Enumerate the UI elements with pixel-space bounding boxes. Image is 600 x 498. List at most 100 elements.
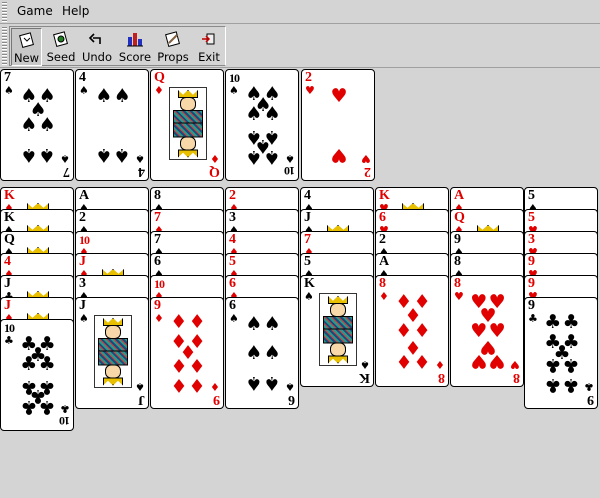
card-rank-corner: Q <box>209 164 220 179</box>
menu-bar-grip[interactable] <box>2 2 7 22</box>
props-button[interactable]: Props <box>156 28 190 66</box>
card-suit-corner-icon: ♣ <box>584 380 594 393</box>
card-rank: 6 <box>229 276 236 291</box>
card-rank-corner: 7 <box>63 164 70 179</box>
card-rank: A <box>79 188 90 203</box>
card-rank: 5 <box>304 254 311 269</box>
menu-game[interactable]: Game <box>17 4 53 18</box>
card-rank-corner: 8 <box>513 370 520 385</box>
card-rank: J <box>79 298 86 313</box>
card-rank: 4 <box>4 254 11 269</box>
card-pip-icon: ♠ <box>20 114 38 136</box>
card-pip-icon: ♦ <box>413 350 431 373</box>
card-pip-icon: ♠ <box>38 144 56 167</box>
card-face-art <box>169 87 207 160</box>
card-pip-icon: ♠ <box>263 312 281 335</box>
card-rank: 9 <box>528 276 535 291</box>
props-label: Props <box>157 50 189 64</box>
undo-icon <box>88 33 101 44</box>
exit-icon <box>202 33 215 45</box>
free-cell-card[interactable]: 7 ♠ 7 ♠ ♠ ♠ ♠ ♠ ♠ ♠ ♠ <box>0 69 74 181</box>
card-pip-icon: ♥ <box>470 350 488 373</box>
card-pip-icon: ♥ <box>330 84 348 107</box>
card-rank: 8 <box>379 276 386 291</box>
card-pip-icon: ♣ <box>562 373 580 396</box>
tableau-card[interactable]: 9 ♣ 9 ♣ ♣ ♣ ♣ ♣ ♣ ♣ ♣ ♣ ♣ <box>524 297 598 409</box>
card-rank: 4 <box>229 232 236 247</box>
card-rank-corner: 9 <box>587 392 594 407</box>
free-cell-card[interactable]: Q ♦ Q ♦ <box>150 69 224 181</box>
card-suit-icon: ♠ <box>79 312 89 325</box>
undo-button[interactable]: Undo <box>80 28 114 66</box>
card-pip-icon: ♠ <box>245 145 263 168</box>
card-pip-icon: ♠ <box>263 145 281 168</box>
card-suit-corner-icon: ♠ <box>285 380 295 393</box>
card-suit-icon: ♦ <box>379 290 389 303</box>
foundation-card[interactable]: 2 ♥ 2 ♥ ♥ ♥ <box>301 69 375 181</box>
score-button[interactable]: Score <box>118 28 152 66</box>
new-game-button[interactable]: New <box>11 28 42 66</box>
card-suit-corner-icon: ♠ <box>285 152 295 165</box>
card-rank-corner: K <box>359 370 370 385</box>
card-rank: 10 <box>79 233 90 247</box>
card-pip-icon: ♦ <box>188 353 206 376</box>
card-rank: 3 <box>229 210 236 225</box>
tableau-card[interactable]: J ♠ J ♠ <box>75 297 149 409</box>
card-rank-corner: 4 <box>138 164 145 179</box>
seed-button[interactable]: Seed <box>46 28 76 66</box>
card-suit-icon: ♠ <box>79 84 89 97</box>
card-rank: K <box>379 188 390 203</box>
card-rank: 2 <box>379 232 386 247</box>
card-pip-icon: ♦ <box>188 373 206 396</box>
free-cell-card[interactable]: 10 ♠ 10 ♠ ♠ ♠ ♠ ♠ ♠ ♠ ♠ ♠ ♠ ♠ <box>225 69 299 181</box>
score-icon <box>127 33 143 47</box>
card-pip-icon: ♦ <box>395 350 413 373</box>
card-rank: 4 <box>304 188 311 203</box>
card-rank: 6 <box>154 254 161 269</box>
menu-help[interactable]: Help <box>62 4 89 18</box>
toolbar-grip[interactable] <box>2 27 7 65</box>
card-rank: 2 <box>305 70 312 85</box>
card-rank: 5 <box>528 210 535 225</box>
card-suit-corner-icon: ♦ <box>435 358 445 371</box>
card-rank-corner: 10 <box>285 164 295 178</box>
card-rank: J <box>4 298 11 313</box>
card-rank: Q <box>454 210 465 225</box>
free-cell-card[interactable]: 4 ♠ 4 ♠ ♠ ♠ ♠ ♠ <box>75 69 149 181</box>
card-rank: A <box>454 188 465 203</box>
card-rank: 2 <box>229 188 236 203</box>
tableau-card[interactable]: 8 ♦ 8 ♦ ♦ ♦ ♦ ♦ ♦ ♦ ♦ ♦ <box>375 275 449 387</box>
card-rank: 8 <box>454 276 461 291</box>
tableau-card[interactable]: 9 ♦ 9 ♦ ♦ ♦ ♦ ♦ ♦ ♦ ♦ ♦ ♦ <box>150 297 224 409</box>
card-rank: 3 <box>528 232 535 247</box>
card-rank: K <box>304 276 315 291</box>
card-rank: 2 <box>79 210 86 225</box>
card-rank: K <box>4 188 15 203</box>
card-pip-icon: ♦ <box>170 353 188 376</box>
card-pip-icon: ♣ <box>20 395 38 418</box>
card-pip-icon: ♠ <box>245 103 263 126</box>
card-pip-icon: ♣ <box>544 353 562 376</box>
card-suit-icon: ♠ <box>229 84 239 97</box>
tableau-card[interactable]: 6 ♠ 6 ♠ ♠ ♠ ♠ ♠ ♠ ♠ <box>225 297 299 409</box>
card-rank: 8 <box>454 254 461 269</box>
card-pip-icon: ♥ <box>488 350 506 373</box>
card-suit-corner-icon: ♦ <box>210 380 220 393</box>
card-rank-corner: 2 <box>364 164 371 179</box>
card-rank: 5 <box>528 188 535 203</box>
tableau-card[interactable]: K ♠ K ♠ <box>300 275 374 387</box>
tableau-card[interactable]: 8 ♥ 8 ♥ ♥ ♥ ♥ ♥ ♥ ♥ ♥ ♥ <box>450 275 524 387</box>
card-rank: 7 <box>154 232 161 247</box>
card-suit-corner-icon: ♠ <box>135 152 145 165</box>
card-rank: 7 <box>154 210 161 225</box>
card-rank-corner: 8 <box>438 370 445 385</box>
card-suit-corner-icon: ♠ <box>135 380 145 393</box>
card-pip-icon: ♣ <box>38 395 56 418</box>
card-rank: 6 <box>229 298 236 313</box>
tableau-card[interactable]: 10 ♣ 10 ♣ ♣ ♣ ♣ ♣ ♣ ♣ ♣ ♣ ♣ ♣ <box>0 319 74 431</box>
card-rank-corner: J <box>138 392 145 407</box>
card-pip-icon: ♥ <box>330 144 348 167</box>
card-rank: 6 <box>379 210 386 225</box>
score-label: Score <box>118 50 152 64</box>
exit-button[interactable]: Exit <box>194 28 224 66</box>
